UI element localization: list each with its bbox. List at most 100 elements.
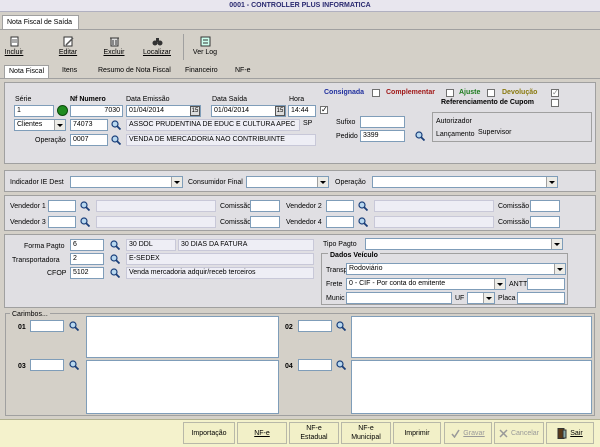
tab-nfe[interactable]: NF-e: [231, 65, 255, 77]
hora-field[interactable]: 14:44: [288, 105, 316, 117]
delete-icon: [109, 37, 119, 47]
search-icon[interactable]: [69, 360, 79, 370]
antt-label: ANTT: [509, 281, 528, 288]
importacao-button[interactable]: Importação: [183, 422, 235, 444]
tab-financeiro[interactable]: Financeiro: [181, 65, 222, 77]
search-icon[interactable]: [110, 254, 120, 264]
check-icon: [451, 429, 460, 438]
search-icon[interactable]: [110, 240, 120, 250]
operacao-codigo-field[interactable]: 0007: [70, 134, 108, 146]
editar-button[interactable]: Editar: [56, 36, 80, 57]
referenciamento-label: Referenciamento de Cupom: [441, 99, 534, 106]
search-icon[interactable]: [111, 135, 121, 145]
sair-button[interactable]: Sair: [546, 422, 594, 444]
veiculo-transp-select[interactable]: Rodoviário: [346, 263, 566, 275]
carimbo-03-field[interactable]: [30, 359, 64, 371]
referenciamento-checkbox[interactable]: [551, 99, 559, 107]
vendedor4-field[interactable]: [326, 216, 354, 228]
search-icon[interactable]: [80, 217, 90, 227]
vendedor2-field[interactable]: [326, 200, 354, 212]
carimbo-03-label: 03: [18, 363, 26, 370]
search-icon[interactable]: [415, 131, 425, 141]
ajuste-checkbox[interactable]: [487, 89, 495, 97]
excluir-label: Excluir: [103, 49, 125, 56]
search-icon[interactable]: [358, 217, 368, 227]
vendedor3-field[interactable]: [48, 216, 76, 228]
nf-numero-label: Nf Numero: [70, 96, 106, 103]
consumidor-final-select[interactable]: [246, 176, 329, 188]
tab-nota-fiscal[interactable]: Nota Fiscal: [4, 65, 50, 78]
search-icon[interactable]: [111, 120, 121, 130]
excluir-button[interactable]: Excluir: [102, 36, 126, 57]
devolucao-label: Devolução: [502, 89, 538, 96]
cliente-codigo-field[interactable]: 74073: [70, 119, 108, 131]
toolbar-separator: [183, 34, 184, 60]
carimbo-02-label: 02: [285, 324, 293, 331]
nfe-button[interactable]: NF-e: [237, 422, 287, 444]
tipo-pagto-select[interactable]: [365, 238, 563, 250]
search-icon[interactable]: [358, 201, 368, 211]
pedido-label: Pedido: [336, 133, 358, 140]
search-icon[interactable]: [80, 201, 90, 211]
cfop-field[interactable]: 5102: [70, 267, 104, 279]
veiculo-title: Dados Veículo: [328, 251, 380, 261]
comissao2-field[interactable]: [530, 200, 560, 212]
calendar-icon[interactable]: 15: [275, 106, 285, 116]
status-indicator: [57, 105, 68, 116]
search-icon[interactable]: [69, 321, 79, 331]
cancelar-button[interactable]: Cancelar: [494, 422, 544, 444]
carimbo-04-field[interactable]: [298, 359, 332, 371]
imprimir-button[interactable]: Imprimir: [393, 422, 441, 444]
carimbo-02-field[interactable]: [298, 320, 332, 332]
uf-select[interactable]: [467, 292, 495, 304]
forma-pagto-field[interactable]: 6: [70, 239, 104, 251]
nfe-label: NF-e: [254, 429, 270, 437]
placa-field[interactable]: [517, 292, 565, 304]
tab-resumo[interactable]: Resumo de Nota Fiscal: [94, 65, 175, 77]
serie-field[interactable]: 1: [14, 105, 54, 117]
tab-itens[interactable]: Itens: [58, 65, 81, 77]
ie-dest-select[interactable]: [70, 176, 183, 188]
lancamento-label: Lançamento: [436, 131, 475, 138]
carimbo-04-text[interactable]: [351, 360, 592, 414]
sufixo-field[interactable]: [360, 116, 405, 128]
carimbo-01-field[interactable]: [30, 320, 64, 332]
carimbo-01-label: 01: [18, 324, 26, 331]
tab-nota-fiscal-saida[interactable]: Nota Fiscal de Saída: [2, 15, 79, 29]
nf-numero-field[interactable]: 7030: [70, 105, 123, 117]
pedido-field[interactable]: 3399: [360, 130, 405, 142]
munic-field[interactable]: [346, 292, 452, 304]
complementar-checkbox[interactable]: [446, 89, 454, 97]
incluir-button[interactable]: Incluir: [2, 36, 26, 57]
carimbos-title: Carimbos...: [10, 310, 50, 320]
carimbo-03-text[interactable]: [86, 360, 279, 414]
destino-select[interactable]: Clientes: [14, 119, 66, 131]
comissao1-field[interactable]: [250, 200, 280, 212]
operacao-ind-select[interactable]: [372, 176, 558, 188]
comissao4-field[interactable]: [530, 216, 560, 228]
localizar-button[interactable]: Localizar: [140, 36, 174, 57]
search-icon[interactable]: [110, 268, 120, 278]
calendar-icon[interactable]: 15: [190, 106, 200, 116]
antt-field[interactable]: [527, 278, 565, 290]
comissao-label: Comissão: [220, 203, 252, 210]
forma-pagto-desc: 30 DIAS DA FATURA: [178, 239, 314, 251]
gravar-button[interactable]: Gravar: [444, 422, 492, 444]
comissao3-field[interactable]: [250, 216, 280, 228]
hora-label: Hora: [289, 96, 305, 103]
nfe-municipal-button[interactable]: NF-e Municipal: [341, 422, 391, 444]
vendedor1-field[interactable]: [48, 200, 76, 212]
transportadora-field[interactable]: 2: [70, 253, 104, 265]
carimbo-01-text[interactable]: [86, 316, 279, 358]
search-icon[interactable]: [336, 321, 346, 331]
nfe-estadual-button[interactable]: NF-e Estadual: [289, 422, 339, 444]
hora-checkbox[interactable]: ✓: [320, 106, 328, 114]
ver-log-button[interactable]: Ver Log: [190, 36, 220, 57]
frete-select[interactable]: 0 - CIF - Por conta do emitente: [346, 278, 506, 290]
serie-label: Série: [15, 96, 32, 103]
devolucao-checkbox[interactable]: ✓: [551, 89, 559, 97]
search-icon[interactable]: [336, 360, 346, 370]
consignada-checkbox[interactable]: [372, 89, 380, 97]
carimbo-02-text[interactable]: [351, 316, 592, 358]
vendedor4-label: Vendedor 4: [286, 219, 322, 226]
